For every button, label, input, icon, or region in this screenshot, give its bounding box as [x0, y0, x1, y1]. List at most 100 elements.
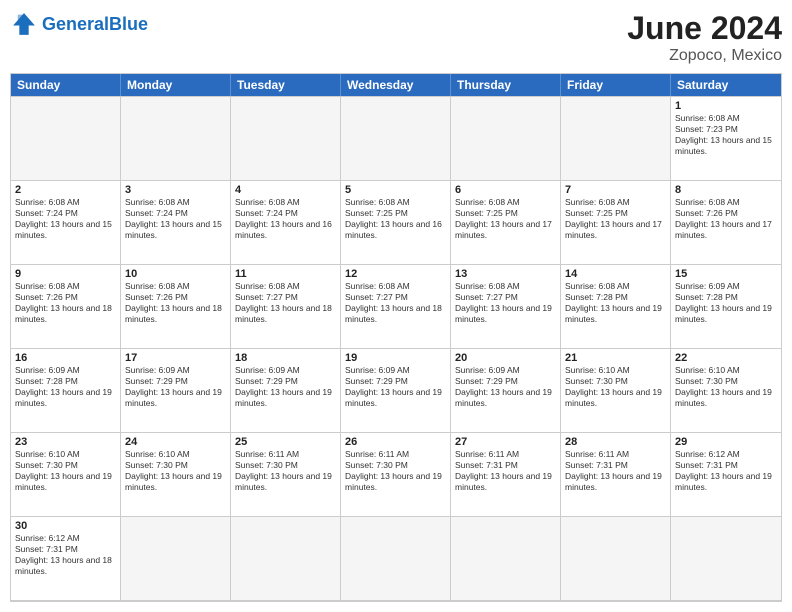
- day-info: Sunrise: 6:08 AM Sunset: 7:28 PM Dayligh…: [565, 281, 666, 325]
- calendar-day-23: 23Sunrise: 6:10 AM Sunset: 7:30 PM Dayli…: [11, 433, 121, 517]
- day-info: Sunrise: 6:08 AM Sunset: 7:27 PM Dayligh…: [235, 281, 336, 325]
- calendar-day-12: 12Sunrise: 6:08 AM Sunset: 7:27 PM Dayli…: [341, 265, 451, 349]
- calendar-day-13: 13Sunrise: 6:08 AM Sunset: 7:27 PM Dayli…: [451, 265, 561, 349]
- day-info: Sunrise: 6:09 AM Sunset: 7:28 PM Dayligh…: [15, 365, 116, 409]
- day-number: 3: [125, 184, 226, 196]
- calendar-day-4: 4Sunrise: 6:08 AM Sunset: 7:24 PM Daylig…: [231, 181, 341, 265]
- day-number: 12: [345, 268, 446, 280]
- day-info: Sunrise: 6:08 AM Sunset: 7:24 PM Dayligh…: [125, 197, 226, 241]
- calendar-day-1: 1Sunrise: 6:08 AM Sunset: 7:23 PM Daylig…: [671, 97, 781, 181]
- day-number: 2: [15, 184, 116, 196]
- day-info: Sunrise: 6:12 AM Sunset: 7:31 PM Dayligh…: [15, 533, 116, 577]
- title-block: June 2024 Zopoco, Mexico: [627, 10, 782, 65]
- day-number: 14: [565, 268, 666, 280]
- day-header-friday: Friday: [561, 74, 671, 96]
- day-info: Sunrise: 6:08 AM Sunset: 7:25 PM Dayligh…: [455, 197, 556, 241]
- day-number: 26: [345, 436, 446, 448]
- day-number: 17: [125, 352, 226, 364]
- day-info: Sunrise: 6:10 AM Sunset: 7:30 PM Dayligh…: [675, 365, 777, 409]
- day-header-saturday: Saturday: [671, 74, 781, 96]
- month-year: June 2024: [627, 10, 782, 47]
- calendar-day-20: 20Sunrise: 6:09 AM Sunset: 7:29 PM Dayli…: [451, 349, 561, 433]
- calendar-day-17: 17Sunrise: 6:09 AM Sunset: 7:29 PM Dayli…: [121, 349, 231, 433]
- day-info: Sunrise: 6:09 AM Sunset: 7:29 PM Dayligh…: [235, 365, 336, 409]
- calendar-empty-cell: [671, 517, 781, 601]
- day-number: 6: [455, 184, 556, 196]
- calendar-day-8: 8Sunrise: 6:08 AM Sunset: 7:26 PM Daylig…: [671, 181, 781, 265]
- day-number: 24: [125, 436, 226, 448]
- calendar-empty-cell: [451, 517, 561, 601]
- day-header-tuesday: Tuesday: [231, 74, 341, 96]
- calendar-day-22: 22Sunrise: 6:10 AM Sunset: 7:30 PM Dayli…: [671, 349, 781, 433]
- day-info: Sunrise: 6:11 AM Sunset: 7:31 PM Dayligh…: [565, 449, 666, 493]
- day-info: Sunrise: 6:08 AM Sunset: 7:26 PM Dayligh…: [675, 197, 777, 241]
- calendar-grid: 1Sunrise: 6:08 AM Sunset: 7:23 PM Daylig…: [11, 96, 781, 601]
- day-number: 19: [345, 352, 446, 364]
- day-info: Sunrise: 6:08 AM Sunset: 7:27 PM Dayligh…: [455, 281, 556, 325]
- day-number: 8: [675, 184, 777, 196]
- day-header-thursday: Thursday: [451, 74, 561, 96]
- header: GeneralBlue June 2024 Zopoco, Mexico: [10, 10, 782, 65]
- day-number: 5: [345, 184, 446, 196]
- calendar-day-16: 16Sunrise: 6:09 AM Sunset: 7:28 PM Dayli…: [11, 349, 121, 433]
- day-info: Sunrise: 6:08 AM Sunset: 7:25 PM Dayligh…: [345, 197, 446, 241]
- day-info: Sunrise: 6:08 AM Sunset: 7:23 PM Dayligh…: [675, 113, 777, 157]
- logo-blue: Blue: [109, 14, 148, 34]
- day-number: 22: [675, 352, 777, 364]
- day-number: 21: [565, 352, 666, 364]
- day-number: 20: [455, 352, 556, 364]
- calendar-empty-cell: [451, 97, 561, 181]
- calendar-day-5: 5Sunrise: 6:08 AM Sunset: 7:25 PM Daylig…: [341, 181, 451, 265]
- day-info: Sunrise: 6:12 AM Sunset: 7:31 PM Dayligh…: [675, 449, 777, 493]
- calendar-day-29: 29Sunrise: 6:12 AM Sunset: 7:31 PM Dayli…: [671, 433, 781, 517]
- day-header-monday: Monday: [121, 74, 231, 96]
- logo: GeneralBlue: [10, 10, 148, 38]
- logo-text: GeneralBlue: [42, 14, 148, 35]
- calendar-empty-cell: [11, 97, 121, 181]
- calendar-day-28: 28Sunrise: 6:11 AM Sunset: 7:31 PM Dayli…: [561, 433, 671, 517]
- calendar-empty-cell: [231, 97, 341, 181]
- day-info: Sunrise: 6:11 AM Sunset: 7:30 PM Dayligh…: [235, 449, 336, 493]
- day-info: Sunrise: 6:11 AM Sunset: 7:30 PM Dayligh…: [345, 449, 446, 493]
- day-number: 30: [15, 520, 116, 532]
- day-number: 1: [675, 100, 777, 112]
- calendar-day-24: 24Sunrise: 6:10 AM Sunset: 7:30 PM Dayli…: [121, 433, 231, 517]
- calendar-day-18: 18Sunrise: 6:09 AM Sunset: 7:29 PM Dayli…: [231, 349, 341, 433]
- day-info: Sunrise: 6:09 AM Sunset: 7:28 PM Dayligh…: [675, 281, 777, 325]
- day-number: 18: [235, 352, 336, 364]
- calendar-empty-cell: [341, 517, 451, 601]
- calendar-day-26: 26Sunrise: 6:11 AM Sunset: 7:30 PM Dayli…: [341, 433, 451, 517]
- calendar-day-30: 30Sunrise: 6:12 AM Sunset: 7:31 PM Dayli…: [11, 517, 121, 601]
- day-number: 13: [455, 268, 556, 280]
- calendar-day-7: 7Sunrise: 6:08 AM Sunset: 7:25 PM Daylig…: [561, 181, 671, 265]
- calendar-day-11: 11Sunrise: 6:08 AM Sunset: 7:27 PM Dayli…: [231, 265, 341, 349]
- day-info: Sunrise: 6:08 AM Sunset: 7:26 PM Dayligh…: [125, 281, 226, 325]
- day-header-wednesday: Wednesday: [341, 74, 451, 96]
- calendar-day-2: 2Sunrise: 6:08 AM Sunset: 7:24 PM Daylig…: [11, 181, 121, 265]
- day-number: 28: [565, 436, 666, 448]
- day-number: 11: [235, 268, 336, 280]
- calendar-day-10: 10Sunrise: 6:08 AM Sunset: 7:26 PM Dayli…: [121, 265, 231, 349]
- calendar-day-19: 19Sunrise: 6:09 AM Sunset: 7:29 PM Dayli…: [341, 349, 451, 433]
- day-number: 23: [15, 436, 116, 448]
- calendar-empty-cell: [341, 97, 451, 181]
- day-header-sunday: Sunday: [11, 74, 121, 96]
- calendar-empty-cell: [561, 97, 671, 181]
- calendar-day-27: 27Sunrise: 6:11 AM Sunset: 7:31 PM Dayli…: [451, 433, 561, 517]
- location: Zopoco, Mexico: [627, 47, 782, 65]
- day-info: Sunrise: 6:09 AM Sunset: 7:29 PM Dayligh…: [125, 365, 226, 409]
- day-info: Sunrise: 6:08 AM Sunset: 7:25 PM Dayligh…: [565, 197, 666, 241]
- calendar-day-15: 15Sunrise: 6:09 AM Sunset: 7:28 PM Dayli…: [671, 265, 781, 349]
- day-info: Sunrise: 6:11 AM Sunset: 7:31 PM Dayligh…: [455, 449, 556, 493]
- day-info: Sunrise: 6:08 AM Sunset: 7:27 PM Dayligh…: [345, 281, 446, 325]
- day-number: 4: [235, 184, 336, 196]
- day-info: Sunrise: 6:08 AM Sunset: 7:24 PM Dayligh…: [235, 197, 336, 241]
- day-number: 9: [15, 268, 116, 280]
- day-headers: SundayMondayTuesdayWednesdayThursdayFrid…: [11, 74, 781, 96]
- logo-general: General: [42, 14, 109, 34]
- day-number: 29: [675, 436, 777, 448]
- day-info: Sunrise: 6:08 AM Sunset: 7:26 PM Dayligh…: [15, 281, 116, 325]
- day-number: 25: [235, 436, 336, 448]
- calendar-empty-cell: [561, 517, 671, 601]
- calendar-empty-cell: [121, 517, 231, 601]
